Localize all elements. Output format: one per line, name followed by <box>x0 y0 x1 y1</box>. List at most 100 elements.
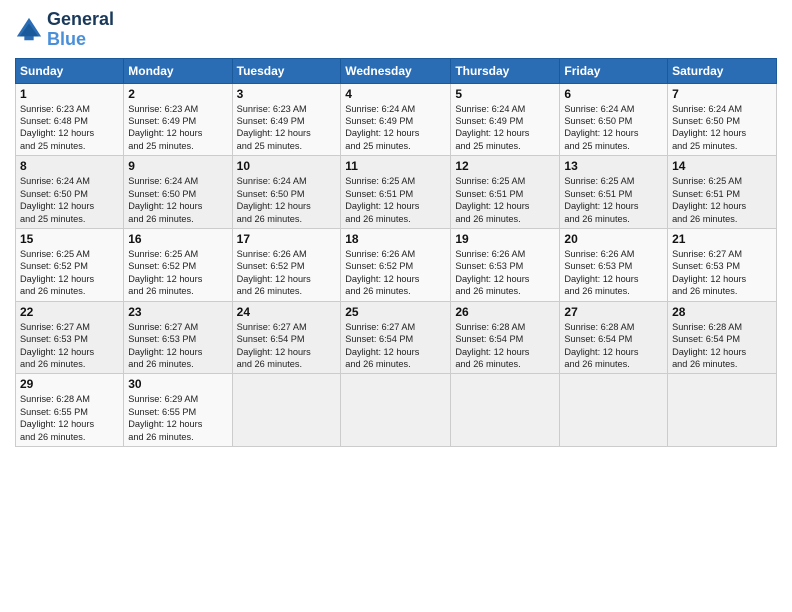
day-number: 22 <box>20 305 119 319</box>
day-number: 15 <box>20 232 119 246</box>
calendar-cell: 2Sunrise: 6:23 AM Sunset: 6:49 PM Daylig… <box>124 83 232 156</box>
calendar-header: SundayMondayTuesdayWednesdayThursdayFrid… <box>16 58 777 83</box>
day-info: Sunrise: 6:25 AM Sunset: 6:52 PM Dayligh… <box>128 248 227 298</box>
week-row-2: 8 Sunrise: 6:24 AM Sunset: 6:50 PM Daylig… <box>16 156 777 229</box>
calendar-cell: 5Sunrise: 6:24 AM Sunset: 6:49 PM Daylig… <box>451 83 560 156</box>
day-info: Sunrise: 6:25 AM Sunset: 6:51 PM Dayligh… <box>345 175 446 225</box>
calendar-cell: 11 Sunrise: 6:25 AM Sunset: 6:51 PM Dayli… <box>341 156 451 229</box>
day-info: Sunrise: 6:29 AM Sunset: 6:55 PM Dayligh… <box>128 393 227 443</box>
calendar-cell: 8 Sunrise: 6:24 AM Sunset: 6:50 PM Daylig… <box>16 156 124 229</box>
day-info: Sunrise: 6:27 AM Sunset: 6:54 PM Dayligh… <box>345 321 446 371</box>
day-number: 23 <box>128 305 227 319</box>
calendar-cell: 13 Sunrise: 6:25 AM Sunset: 6:51 PM Dayli… <box>560 156 668 229</box>
header: General Blue <box>15 10 777 50</box>
calendar-cell: 1 Sunrise: 6:23 AM Sunset: 6:48 PM Daylig… <box>16 83 124 156</box>
day-number: 20 <box>564 232 663 246</box>
calendar-cell <box>560 374 668 447</box>
day-number: 2 <box>128 87 227 101</box>
day-number: 6 <box>564 87 663 101</box>
calendar-cell: 16 Sunrise: 6:25 AM Sunset: 6:52 PM Dayli… <box>124 228 232 301</box>
day-number: 4 <box>345 87 446 101</box>
calendar-cell: 28 Sunrise: 6:28 AM Sunset: 6:54 PM Dayli… <box>668 301 777 374</box>
day-info: Sunrise: 6:25 AM Sunset: 6:51 PM Dayligh… <box>672 175 772 225</box>
day-header-tuesday: Tuesday <box>232 58 341 83</box>
day-info: Sunrise: 6:28 AM Sunset: 6:54 PM Dayligh… <box>564 321 663 371</box>
day-number: 25 <box>345 305 446 319</box>
day-info: Sunrise: 6:26 AM Sunset: 6:52 PM Dayligh… <box>345 248 446 298</box>
calendar-cell: 20 Sunrise: 6:26 AM Sunset: 6:53 PM Dayli… <box>560 228 668 301</box>
day-header-monday: Monday <box>124 58 232 83</box>
day-info: Sunrise: 6:23 AM Sunset: 6:49 PM Dayligh… <box>237 103 337 153</box>
calendar-cell: 15 Sunrise: 6:25 AM Sunset: 6:52 PM Dayli… <box>16 228 124 301</box>
calendar-cell: 9 Sunrise: 6:24 AM Sunset: 6:50 PM Daylig… <box>124 156 232 229</box>
calendar-cell <box>232 374 341 447</box>
day-info: Sunrise: 6:24 AM Sunset: 6:50 PM Dayligh… <box>672 103 772 153</box>
day-info: Sunrise: 6:26 AM Sunset: 6:52 PM Dayligh… <box>237 248 337 298</box>
calendar-cell <box>451 374 560 447</box>
day-info: Sunrise: 6:28 AM Sunset: 6:54 PM Dayligh… <box>672 321 772 371</box>
calendar-cell: 18 Sunrise: 6:26 AM Sunset: 6:52 PM Dayli… <box>341 228 451 301</box>
calendar-cell: 3 Sunrise: 6:23 AM Sunset: 6:49 PM Daylig… <box>232 83 341 156</box>
calendar-cell: 23 Sunrise: 6:27 AM Sunset: 6:53 PM Dayli… <box>124 301 232 374</box>
day-number: 8 <box>20 159 119 173</box>
header-row: SundayMondayTuesdayWednesdayThursdayFrid… <box>16 58 777 83</box>
calendar-cell: 22Sunrise: 6:27 AM Sunset: 6:53 PM Dayli… <box>16 301 124 374</box>
day-number: 16 <box>128 232 227 246</box>
calendar-cell: 21 Sunrise: 6:27 AM Sunset: 6:53 PM Dayli… <box>668 228 777 301</box>
day-number: 3 <box>237 87 337 101</box>
day-info: Sunrise: 6:24 AM Sunset: 6:50 PM Dayligh… <box>20 175 119 225</box>
calendar: SundayMondayTuesdayWednesdayThursdayFrid… <box>15 58 777 447</box>
day-number: 11 <box>345 159 446 173</box>
day-number: 29 <box>20 377 119 391</box>
day-info: Sunrise: 6:27 AM Sunset: 6:53 PM Dayligh… <box>128 321 227 371</box>
day-info: Sunrise: 6:24 AM Sunset: 6:50 PM Dayligh… <box>128 175 227 225</box>
calendar-cell: 24 Sunrise: 6:27 AM Sunset: 6:54 PM Dayli… <box>232 301 341 374</box>
day-number: 26 <box>455 305 555 319</box>
day-number: 12 <box>455 159 555 173</box>
calendar-cell: 10Sunrise: 6:24 AM Sunset: 6:50 PM Dayli… <box>232 156 341 229</box>
day-info: Sunrise: 6:24 AM Sunset: 6:50 PM Dayligh… <box>564 103 663 153</box>
calendar-cell: 29 Sunrise: 6:28 AM Sunset: 6:55 PM Dayli… <box>16 374 124 447</box>
day-info: Sunrise: 6:28 AM Sunset: 6:55 PM Dayligh… <box>20 393 119 443</box>
week-row-5: 29 Sunrise: 6:28 AM Sunset: 6:55 PM Dayli… <box>16 374 777 447</box>
day-info: Sunrise: 6:28 AM Sunset: 6:54 PM Dayligh… <box>455 321 555 371</box>
calendar-cell: 19Sunrise: 6:26 AM Sunset: 6:53 PM Dayli… <box>451 228 560 301</box>
day-header-thursday: Thursday <box>451 58 560 83</box>
day-info: Sunrise: 6:25 AM Sunset: 6:52 PM Dayligh… <box>20 248 119 298</box>
calendar-cell: 25 Sunrise: 6:27 AM Sunset: 6:54 PM Dayli… <box>341 301 451 374</box>
calendar-body: 1 Sunrise: 6:23 AM Sunset: 6:48 PM Daylig… <box>16 83 777 446</box>
calendar-cell: 7Sunrise: 6:24 AM Sunset: 6:50 PM Daylig… <box>668 83 777 156</box>
calendar-cell: 17Sunrise: 6:26 AM Sunset: 6:52 PM Dayli… <box>232 228 341 301</box>
day-number: 10 <box>237 159 337 173</box>
day-number: 30 <box>128 377 227 391</box>
day-info: Sunrise: 6:27 AM Sunset: 6:53 PM Dayligh… <box>672 248 772 298</box>
day-header-sunday: Sunday <box>16 58 124 83</box>
calendar-cell: 4 Sunrise: 6:24 AM Sunset: 6:49 PM Daylig… <box>341 83 451 156</box>
day-number: 27 <box>564 305 663 319</box>
day-number: 21 <box>672 232 772 246</box>
day-header-saturday: Saturday <box>668 58 777 83</box>
day-info: Sunrise: 6:24 AM Sunset: 6:49 PM Dayligh… <box>345 103 446 153</box>
day-header-friday: Friday <box>560 58 668 83</box>
calendar-cell: 27 Sunrise: 6:28 AM Sunset: 6:54 PM Dayli… <box>560 301 668 374</box>
day-number: 28 <box>672 305 772 319</box>
calendar-cell <box>341 374 451 447</box>
day-info: Sunrise: 6:26 AM Sunset: 6:53 PM Dayligh… <box>564 248 663 298</box>
day-info: Sunrise: 6:27 AM Sunset: 6:54 PM Dayligh… <box>237 321 337 371</box>
day-info: Sunrise: 6:23 AM Sunset: 6:48 PM Dayligh… <box>20 103 119 153</box>
calendar-cell: 6 Sunrise: 6:24 AM Sunset: 6:50 PM Daylig… <box>560 83 668 156</box>
calendar-cell <box>668 374 777 447</box>
day-number: 1 <box>20 87 119 101</box>
day-number: 13 <box>564 159 663 173</box>
logo: General Blue <box>15 10 114 50</box>
day-number: 24 <box>237 305 337 319</box>
day-number: 9 <box>128 159 227 173</box>
day-info: Sunrise: 6:25 AM Sunset: 6:51 PM Dayligh… <box>455 175 555 225</box>
calendar-cell: 12 Sunrise: 6:25 AM Sunset: 6:51 PM Dayli… <box>451 156 560 229</box>
day-number: 18 <box>345 232 446 246</box>
day-number: 5 <box>455 87 555 101</box>
day-info: Sunrise: 6:25 AM Sunset: 6:51 PM Dayligh… <box>564 175 663 225</box>
calendar-cell: 26 Sunrise: 6:28 AM Sunset: 6:54 PM Dayli… <box>451 301 560 374</box>
logo-icon <box>15 16 43 44</box>
calendar-cell: 14Sunrise: 6:25 AM Sunset: 6:51 PM Dayli… <box>668 156 777 229</box>
